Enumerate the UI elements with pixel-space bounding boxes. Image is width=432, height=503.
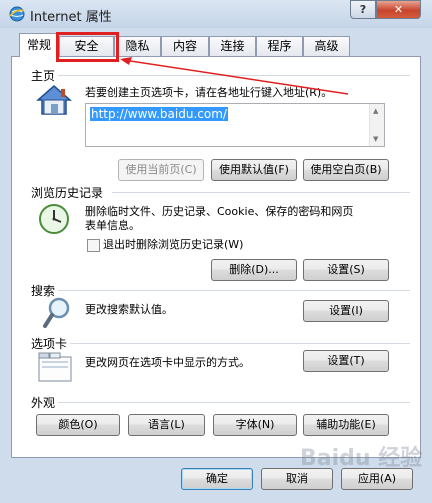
section-divider [58, 402, 410, 403]
languages-button[interactable]: 语言(L) [128, 414, 205, 436]
delete-history-button[interactable]: 删除(D)... [211, 259, 297, 281]
baidu-watermark: Baidu 经验 [300, 446, 423, 471]
scroll-down-icon[interactable]: ▼ [373, 135, 378, 143]
history-settings-button[interactable]: 设置(S) [303, 259, 389, 281]
history-description-line2: 表单信息。 [85, 219, 140, 232]
scroll-up-icon[interactable]: ▲ [373, 107, 378, 115]
delete-on-exit-label: 退出时删除浏览历史记录(W) [103, 238, 244, 251]
delete-on-exit-checkbox[interactable] [87, 239, 100, 252]
appearance-section-title: 外观 [31, 396, 56, 410]
section-divider [112, 192, 410, 193]
internet-globe-icon [9, 6, 25, 22]
section-divider [58, 290, 410, 291]
colors-button[interactable]: 颜色(O) [36, 414, 120, 436]
homepage-url-value: http://www.baidu.com/ [90, 107, 228, 121]
annotation-arrow-icon [120, 57, 349, 95]
homepage-url-textarea[interactable]: http://www.baidu.com/ ▲ ▼ [85, 103, 385, 147]
homepage-section-title: 主页 [31, 69, 56, 83]
window-title: Internet 属性 [30, 10, 112, 25]
tabs-settings-button[interactable]: 设置(T) [303, 350, 389, 372]
use-default-button[interactable]: 使用默认值(F) [211, 159, 297, 181]
history-clock-icon [39, 204, 69, 234]
search-description: 更改搜索默认值。 [85, 303, 173, 316]
use-current-page-button[interactable]: 使用当前页(C) [118, 159, 204, 181]
tabs-window-icon [38, 352, 72, 382]
ok-button[interactable]: 确定 [181, 468, 253, 490]
home-icon [36, 85, 72, 115]
history-description-line1: 删除临时文件、历史记录、Cookie、保存的密码和网页 [85, 205, 354, 218]
use-blank-button[interactable]: 使用空白页(B) [303, 159, 389, 181]
close-button[interactable]: ✕ [376, 0, 421, 19]
help-button[interactable]: ? [350, 0, 376, 19]
search-settings-button[interactable]: 设置(I) [303, 300, 389, 322]
search-magnifier-icon [43, 297, 70, 328]
tabs-description: 更改网页在选项卡中显示的方式。 [85, 356, 250, 369]
section-divider [70, 343, 410, 344]
tabs-section-title: 选项卡 [31, 337, 68, 351]
tab-general[interactable]: 常规 [19, 33, 59, 57]
history-section-title: 浏览历史记录 [31, 186, 104, 200]
fonts-button[interactable]: 字体(N) [213, 414, 297, 436]
accessibility-button[interactable]: 辅助功能(E) [303, 414, 389, 436]
textarea-scrollbar[interactable]: ▲ ▼ [369, 104, 384, 146]
